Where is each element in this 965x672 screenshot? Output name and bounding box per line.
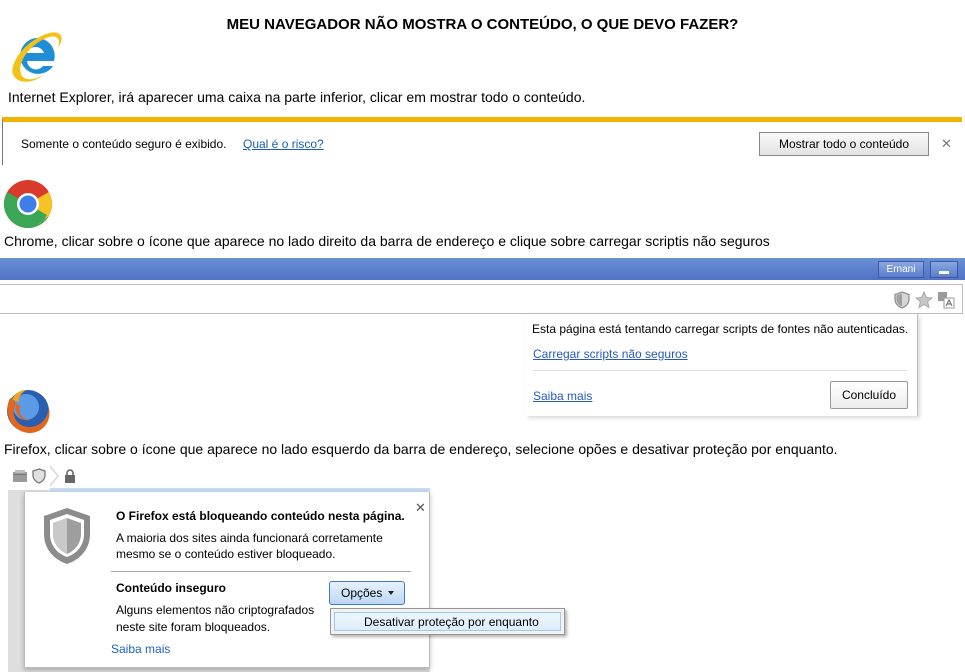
chrome-popup-message: Esta página está tentando carregar scrip… (532, 322, 909, 336)
shield-icon (44, 508, 90, 564)
firefox-learn-more-link[interactable]: Saiba mais (111, 642, 170, 656)
ie-close-icon[interactable]: ✕ (941, 136, 952, 152)
insecure-content-heading: Conteúdo inseguro (116, 581, 226, 595)
page-title: MEU NAVEGADOR NÃO MOSTRA O CONTEÚDO, O Q… (226, 16, 739, 33)
options-dropdown-menu: Desativar proteção por enquanto (330, 608, 565, 635)
ie-risk-link[interactable]: Qual é o risco? (243, 137, 324, 151)
chrome-profile-button[interactable]: Ernani (878, 261, 924, 278)
shield-icon[interactable] (32, 468, 46, 484)
translate-icon[interactable] (937, 291, 955, 309)
lock-icon (65, 469, 75, 483)
minimize-button[interactable] (930, 261, 958, 278)
chevron-right-icon (49, 465, 59, 487)
internet-explorer-logo-icon (12, 32, 62, 82)
firefox-panel-text: A maioria dos sites ainda funcionará cor… (116, 531, 383, 561)
chrome-logo-icon (3, 180, 53, 229)
firefox-panel-divider (111, 571, 411, 572)
load-unsafe-scripts-link[interactable]: Carregar scripts não seguros (533, 347, 688, 361)
chrome-insecure-content-popup: Esta página está tentando carregar scrip… (526, 314, 918, 416)
firefox-logo-icon (7, 390, 50, 434)
chrome-address-bar[interactable] (0, 284, 963, 314)
chrome-popup-divider (533, 370, 907, 371)
ie-notification-bar: Somente o conteúdo seguro é exibido. Qua… (2, 117, 962, 165)
shield-icon[interactable] (894, 291, 910, 309)
options-button-label: Opções (341, 586, 383, 600)
done-button[interactable]: Concluído (830, 381, 908, 409)
dropdown-arrow-icon (388, 591, 394, 595)
insecure-content-text: Alguns elementos não criptografados nest… (116, 603, 315, 634)
disable-protection-menu-item[interactable]: Desativar proteção por enquanto (334, 612, 561, 631)
show-all-content-label: Mostrar todo o conteúdo (778, 137, 910, 151)
chrome-learn-more-link[interactable]: Saiba mais (533, 389, 592, 403)
show-all-content-button[interactable]: Mostrar todo o conteúdo (759, 132, 929, 156)
firefox-instruction: Firefox, clicar sobre o ícone que aparec… (4, 441, 838, 457)
chrome-instruction: Chrome, clicar sobre o ícone que aparece… (4, 233, 770, 249)
star-icon[interactable] (915, 291, 933, 309)
ie-instruction: Internet Explorer, irá aparecer uma caix… (8, 89, 586, 105)
firefox-panel-close-icon[interactable]: ✕ (415, 500, 426, 516)
disable-protection-label: Desativar proteção por enquanto (364, 615, 539, 629)
firefox-panel-heading: O Firefox está bloqueando conteúdo nesta… (116, 509, 405, 523)
chrome-title-bar (0, 258, 965, 280)
site-identity-icon[interactable] (12, 469, 28, 483)
options-button[interactable]: Opções (329, 581, 405, 605)
ie-notification-text: Somente o conteúdo seguro é exibido. (21, 137, 227, 151)
firefox-mixed-content-panel: ✕ O Firefox está bloqueando conteúdo nes… (24, 492, 430, 668)
